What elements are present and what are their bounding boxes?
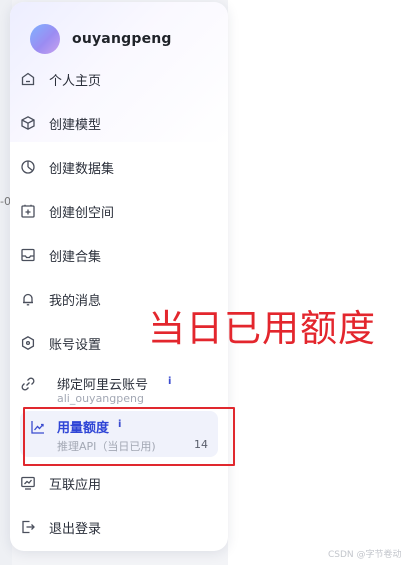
menu-item-label: 创建合集 [49, 249, 102, 265]
watermark: CSDN @字节卷动 [328, 550, 402, 560]
monitor-chart-icon [20, 475, 36, 491]
menu-item-profile[interactable]: 个人主页 [20, 66, 210, 92]
annotation-label: 当日已用额度 [148, 307, 376, 350]
cube-icon [20, 115, 36, 131]
menu-item-label: 创建创空间 [49, 205, 115, 221]
menu-item-create-collection[interactable]: 创建合集 [20, 242, 210, 268]
menu-item-create-space[interactable]: 创建创空间 [20, 198, 210, 224]
menu-item-label: 个人主页 [49, 73, 102, 89]
logout-icon [20, 519, 36, 535]
menu-item-label: 绑定阿里云账号 [57, 378, 149, 393]
menu-item-logout[interactable]: 退出登录 [20, 514, 210, 540]
username: ouyangpeng [72, 31, 172, 47]
menu-item-connected-apps[interactable]: 互联应用 [20, 470, 210, 496]
bell-icon [20, 291, 36, 307]
aliyun-account-name: ali_ouyangpeng [57, 392, 144, 405]
home-icon [20, 71, 36, 87]
menu-item-label: 创建数据集 [49, 161, 115, 177]
menu-item-create-model[interactable]: 创建模型 [20, 110, 210, 136]
menu-item-bind-aliyun[interactable]: 绑定阿里云账号 i ali_ouyangpeng [20, 374, 210, 408]
pie-chart-icon [20, 159, 36, 175]
menu-item-label: 账号设置 [49, 337, 102, 353]
menu-item-label: 退出登录 [49, 521, 102, 537]
background-canvas [228, 0, 408, 565]
annotation-highlight-box [23, 407, 235, 466]
link-icon [20, 376, 36, 392]
space-plus-icon [20, 203, 36, 219]
settings-icon [20, 335, 36, 351]
user-profile-header[interactable]: ouyangpeng [30, 24, 172, 54]
info-icon[interactable]: i [168, 376, 171, 387]
menu-item-label: 我的消息 [49, 293, 102, 309]
menu-item-create-dataset[interactable]: 创建数据集 [20, 154, 210, 180]
inbox-icon [20, 247, 36, 263]
menu-item-label: 互联应用 [49, 477, 102, 493]
avatar[interactable] [30, 24, 60, 54]
menu-item-label: 创建模型 [49, 117, 102, 133]
